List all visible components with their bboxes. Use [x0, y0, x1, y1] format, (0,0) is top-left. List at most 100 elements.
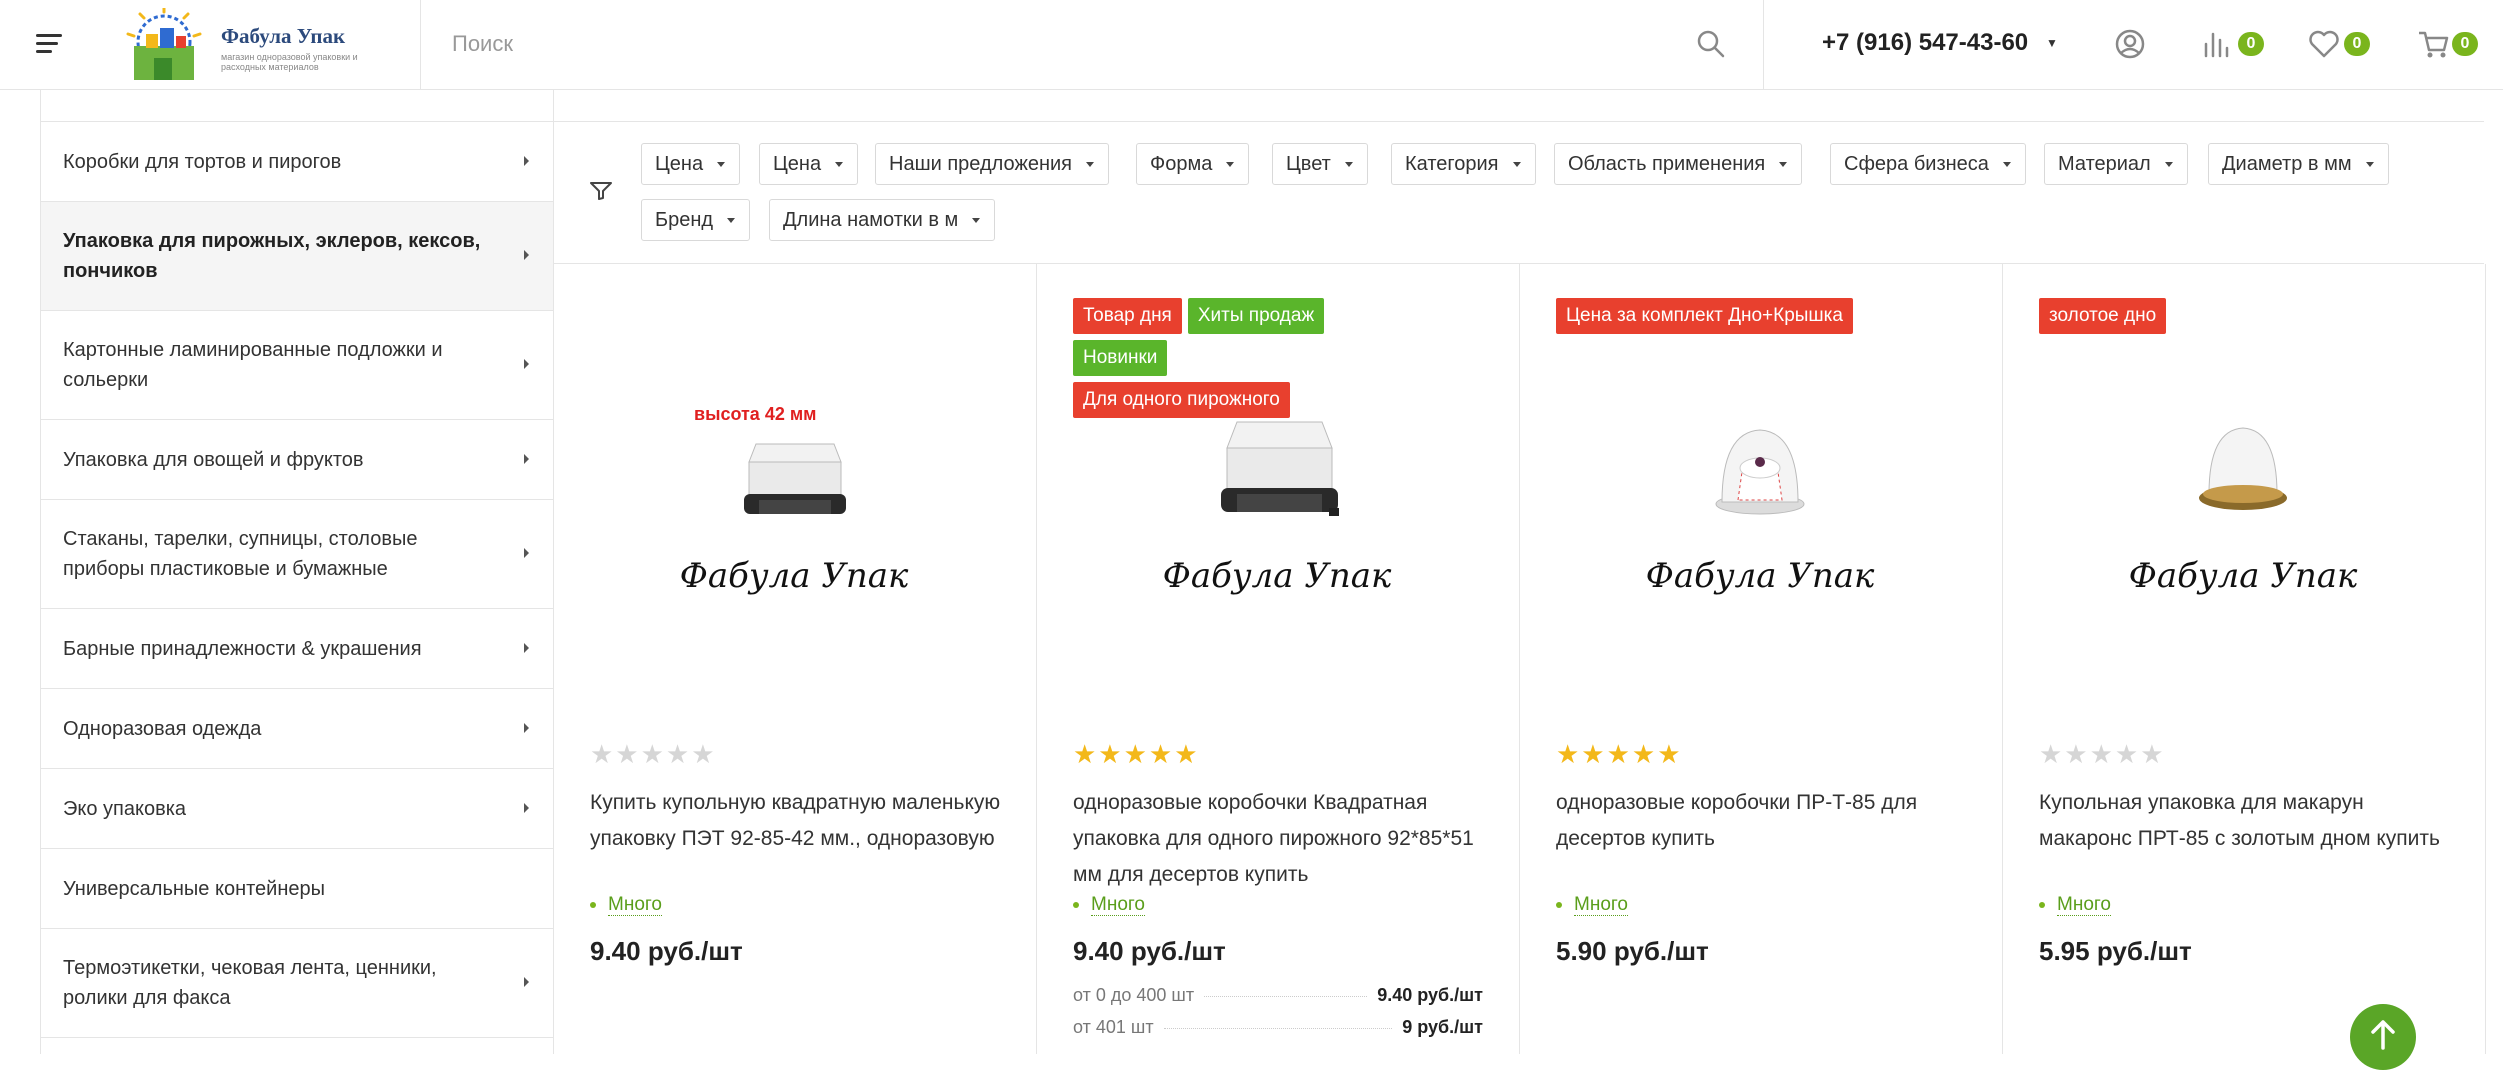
user-icon[interactable] [2112, 26, 2148, 62]
product-title[interactable]: Купить купольную квадратную маленькую уп… [590, 785, 1010, 857]
sidebar-top-row [41, 90, 553, 122]
logo[interactable]: Фабула Упак магазин одноразовой упаковки… [124, 6, 394, 80]
image-brand-text: Фабула Упак [2129, 556, 2358, 596]
cart-count-badge: 0 [2452, 32, 2478, 56]
product-image[interactable]: Фабула Упак [1630, 382, 1890, 642]
filter-price-2[interactable]: Цена [759, 143, 859, 185]
scroll-to-top-button[interactable] [2350, 1004, 2416, 1070]
badge-set-price: Цена за комплект Дно+Крышка [1556, 298, 1853, 334]
logo-subtitle: магазин одноразовой упаковки и расходных… [221, 52, 358, 72]
stock-label: Много [2057, 894, 2111, 916]
product-price: 9.40 руб./шт [1073, 936, 1226, 966]
product-card[interactable]: золотое дно Фабула Упак ★★★★★ Купольная … [2003, 264, 2486, 1054]
sidebar-item-thermal-labels[interactable]: Термоэтикетки, чековая лента, ценники, р… [41, 929, 553, 1038]
product-card[interactable]: Цена за комплект Дно+Крышка Фабула Упак … [1520, 264, 2003, 1054]
stock-status: Много [1073, 894, 1145, 916]
compare-count-badge: 0 [2238, 32, 2264, 56]
category-sidebar: Коробки для тортов и пирогов Упаковка дл… [40, 90, 554, 1054]
product-image[interactable]: Фабула Упак [2113, 382, 2373, 642]
filter-application[interactable]: Область применения [1554, 143, 1803, 185]
sidebar-item-disposable-clothing[interactable]: Одноразовая одежда [41, 689, 553, 769]
stock-label: Много [1574, 894, 1628, 916]
sidebar-item-bar-accessories[interactable]: Барные принадлежности & украшения [41, 609, 553, 689]
product-title[interactable]: Купольная упаковка для макарун макаронс … [2039, 785, 2459, 857]
cart-icon[interactable] [2416, 26, 2452, 62]
divider [420, 0, 421, 90]
filter-winding-length[interactable]: Длина намотки в м [769, 199, 996, 241]
chevron-right-icon [524, 453, 529, 464]
sidebar-item-pastry-packaging[interactable]: Упаковка для пирожных, эклеров, кексов, … [41, 202, 553, 311]
sidebar-item-label: Эко упаковка [63, 797, 187, 820]
stock-dot [1073, 901, 1079, 908]
sidebar-item-cake-boxes[interactable]: Коробки для тортов и пирогов [41, 122, 553, 202]
compare-icon[interactable] [2200, 26, 2236, 62]
chevron-right-icon [524, 250, 529, 260]
badge-gold-bottom: золотое дно [2039, 298, 2167, 334]
product-card[interactable]: высота 42 мм Фабула Упак ★★★★★ Купить ку… [554, 264, 1037, 1054]
phone-number[interactable]: +7 (916) 547-43-60 [1822, 29, 2028, 57]
price-tier-value: 9 руб./шт [1402, 1017, 1483, 1037]
sidebar-item-universal-containers[interactable]: Универсальные контейнеры [41, 849, 553, 929]
stock-label: Много [1091, 894, 1145, 916]
price-tier-row: от 401 шт 9 руб./шт [1073, 1017, 1483, 1038]
sidebar-item-label: Упаковка для пирожных, эклеров, кексов, … [63, 230, 481, 282]
favorites-count-badge: 0 [2344, 32, 2370, 56]
catalog-top-bar [554, 90, 2484, 122]
price-tier-leader [1163, 1028, 1393, 1029]
sidebar-item-tableware[interactable]: Стаканы, тарелки, супницы, столовые приб… [41, 500, 553, 609]
filter-offers[interactable]: Наши предложения [875, 143, 1109, 185]
badge-bestseller: Хиты продаж [1187, 298, 1325, 334]
filter-color[interactable]: Цвет [1272, 143, 1368, 185]
stock-status: Много [590, 894, 662, 916]
filter-material[interactable]: Материал [2044, 143, 2188, 185]
product-card[interactable]: Товар дня Хиты продаж Новинки Для одного … [1037, 264, 1520, 1054]
site-header: Фабула Упак магазин одноразовой упаковки… [0, 0, 2503, 90]
divider [1763, 0, 1764, 90]
heart-icon[interactable] [2306, 26, 2342, 62]
sidebar-item-eco-packaging[interactable]: Эко упаковка [41, 769, 553, 849]
filter-category[interactable]: Категория [1391, 143, 1536, 185]
product-title[interactable]: одноразовые коробочки ПР-Т-85 для десерт… [1556, 785, 1976, 857]
filter-icon[interactable] [590, 182, 612, 200]
product-image[interactable]: высота 42 мм Фабула Упак [664, 382, 924, 642]
arrow-up-icon [2371, 1020, 2395, 1050]
price-tier-label: от 0 до 400 шт [1073, 985, 1195, 1005]
sidebar-item-fruit-packaging[interactable]: Упаковка для овощей и фруктов [41, 420, 553, 500]
sidebar-item-cardboard-boards[interactable]: Картонные ламинированные подложки и соль… [41, 311, 553, 420]
chevron-down-icon[interactable]: ▼ [2046, 36, 2058, 50]
rating-stars: ★★★★★ [1556, 739, 1683, 769]
image-brand-text: Фабула Упак [680, 556, 909, 596]
filter-business[interactable]: Сфера бизнеса [1830, 143, 2026, 185]
sidebar-item-label: Барные принадлежности & украшения [63, 637, 422, 660]
rating-stars: ★★★★★ [590, 739, 717, 769]
chevron-right-icon [524, 359, 529, 369]
search-icon[interactable] [1695, 28, 1727, 60]
filter-brand[interactable]: Бренд [641, 199, 751, 241]
product-grid: высота 42 мм Фабула Упак ★★★★★ Купить ку… [554, 264, 2486, 1054]
badge-deal-of-day: Товар дня [1073, 298, 1182, 334]
price-tier-value: 9.40 руб./шт [1377, 985, 1483, 1005]
chevron-right-icon [524, 548, 529, 558]
stock-status: Много [2039, 894, 2111, 916]
product-price: 5.90 руб./шт [1556, 936, 1709, 966]
sidebar-item-label: Универсальные контейнеры [63, 877, 326, 900]
product-price: 5.95 руб./шт [2039, 936, 2192, 966]
chevron-right-icon [524, 977, 529, 987]
rating-stars: ★★★★★ [1073, 739, 1200, 769]
product-title[interactable]: одноразовые коробочки Квадратная упаковк… [1073, 785, 1493, 893]
badge-group: золотое дно [2039, 298, 2459, 340]
image-brand-text: Фабула Упак [1163, 556, 1392, 596]
logo-image [126, 6, 202, 80]
product-image[interactable]: Фабула Упак [1147, 382, 1407, 642]
price-tier-leader [1204, 996, 1368, 997]
filter-price-1[interactable]: Цена [641, 143, 741, 185]
stock-dot [1556, 901, 1562, 908]
stock-dot [590, 901, 596, 908]
filter-diameter[interactable]: Диаметр в мм [2208, 143, 2389, 185]
stock-status: Много [1556, 894, 1628, 916]
sidebar-item-label: Термоэтикетки, чековая лента, ценники, р… [63, 957, 437, 1009]
menu-icon[interactable] [36, 32, 64, 56]
filter-shape[interactable]: Форма [1136, 143, 1250, 185]
search-input[interactable] [452, 24, 1652, 64]
stock-label: Много [608, 894, 662, 916]
